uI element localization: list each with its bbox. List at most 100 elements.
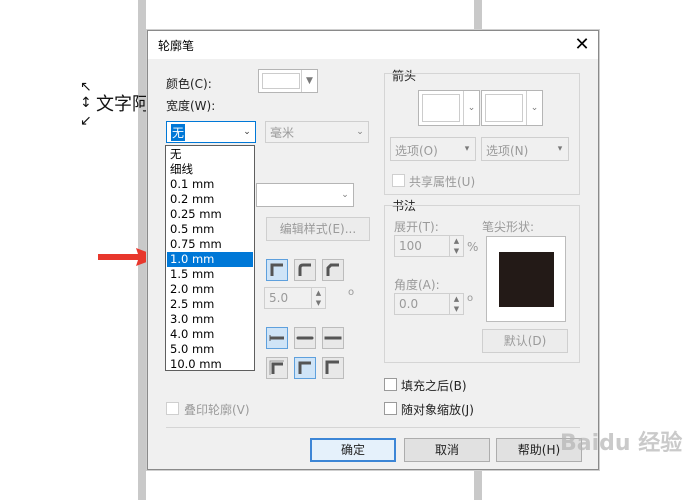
width-option[interactable]: 1.5 mm xyxy=(167,267,253,282)
angle-spin[interactable]: 0.0 ▲ ▼ xyxy=(394,293,464,315)
stretch-label: 展开(T): xyxy=(394,220,439,234)
width-select-value: 无 xyxy=(171,124,186,141)
chevron-down-icon: ⌄ xyxy=(463,91,479,125)
chevron-down-icon: ▾ xyxy=(464,144,470,154)
cancel-button[interactable]: 取消 xyxy=(404,438,490,462)
stretch-spin[interactable]: 100 ▲ ▼ xyxy=(394,235,464,257)
cap-square-icon xyxy=(324,336,342,340)
share-attributes-label: 共享属性(U) xyxy=(409,175,476,189)
angle-degree-symbol: o xyxy=(467,293,474,304)
nib-shape-preview[interactable] xyxy=(486,236,566,322)
corner-miter-button[interactable] xyxy=(266,259,288,281)
color-swatch xyxy=(262,73,300,89)
width-option[interactable]: 10.0 mm xyxy=(167,357,253,372)
spin-up-icon[interactable]: ▲ xyxy=(449,294,463,304)
spin-down-icon[interactable]: ▼ xyxy=(311,298,325,308)
start-arrow-select[interactable]: ⌄ xyxy=(418,90,480,126)
behind-fill-label: 填充之后(B) xyxy=(401,379,467,393)
rotate-handle-icon[interactable]: ↕ xyxy=(80,96,92,110)
cap-round-button[interactable] xyxy=(294,327,316,349)
unit-select[interactable]: 毫米 ⌄ xyxy=(265,121,369,143)
width-option[interactable]: 1.0 mm xyxy=(167,252,253,267)
cap-square-button[interactable] xyxy=(322,327,344,349)
corner-bevel-button[interactable] xyxy=(322,259,344,281)
position-outside-button[interactable] xyxy=(266,357,288,379)
start-arrow-options-label: 选项(O) xyxy=(395,144,438,158)
color-picker[interactable]: ▼ xyxy=(258,69,318,93)
ok-button[interactable]: 确定 xyxy=(310,438,396,462)
corner-miter-icon xyxy=(270,263,283,276)
dialog-title: 轮廓笔 xyxy=(158,39,195,53)
default-button[interactable]: 默认(D) xyxy=(482,329,568,353)
chevron-down-icon: ▼ xyxy=(301,70,317,92)
corner-bevel-icon xyxy=(326,263,339,276)
watermark-logo: Baidu 经验 xyxy=(560,431,683,456)
position-inside-button[interactable] xyxy=(322,357,344,379)
chevron-down-icon: ⌄ xyxy=(243,127,251,137)
spin-up-icon[interactable]: ▲ xyxy=(449,236,463,246)
behind-fill-checkbox[interactable] xyxy=(384,378,397,391)
unit-select-value: 毫米 xyxy=(270,126,295,140)
angle-value: 0.0 xyxy=(399,297,419,311)
end-arrow-select[interactable]: ⌄ xyxy=(481,90,543,126)
close-icon[interactable]: ✕ xyxy=(568,32,596,58)
share-attributes-checkbox[interactable] xyxy=(392,174,405,187)
overprint-label: 叠印轮廓(V) xyxy=(184,403,250,417)
position-outside-icon xyxy=(269,360,284,375)
width-option[interactable]: 无 xyxy=(167,147,253,162)
width-option[interactable]: 0.5 mm xyxy=(167,222,253,237)
end-arrow-options-label: 选项(N) xyxy=(486,144,529,158)
corner-round-icon xyxy=(298,263,311,276)
chevron-down-icon: ⌄ xyxy=(356,127,364,137)
corner-round-button[interactable] xyxy=(294,259,316,281)
degree-symbol: o xyxy=(348,287,355,298)
cap-butt-button[interactable] xyxy=(266,327,288,349)
width-option[interactable]: 2.0 mm xyxy=(167,282,253,297)
width-label: 宽度(W): xyxy=(166,99,216,113)
scale-with-object-checkbox[interactable] xyxy=(384,402,397,415)
end-arrow-options[interactable]: 选项(N) ▾ xyxy=(481,137,569,161)
dialog-titlebar: 轮廓笔 ✕ xyxy=(148,31,598,59)
rotate-handle-icon[interactable]: ↙ xyxy=(80,114,92,128)
position-center-button[interactable] xyxy=(294,357,316,379)
width-option[interactable]: 0.1 mm xyxy=(167,177,253,192)
cap-round-icon xyxy=(296,336,314,340)
width-option[interactable]: 2.5 mm xyxy=(167,297,253,312)
start-arrow-options[interactable]: 选项(O) ▾ xyxy=(390,137,476,161)
edit-style-button[interactable]: 编辑样式(E)... xyxy=(266,217,370,241)
stretch-value: 100 xyxy=(399,239,422,253)
width-option[interactable]: 0.2 mm xyxy=(167,192,253,207)
cap-butt-icon xyxy=(269,335,284,341)
angle-label: 角度(A): xyxy=(394,278,440,292)
width-dropdown-list: 无细线 0.1 mm 0.2 mm 0.25 mm 0.5 mm 0.75 mm 1.0 m… xyxy=(165,145,255,371)
chevron-down-icon: ⌄ xyxy=(341,190,349,200)
nib-shape-label: 笔尖形状: xyxy=(482,220,535,234)
width-option[interactable]: 3.0 mm xyxy=(167,312,253,327)
spin-down-icon[interactable]: ▼ xyxy=(449,304,463,314)
width-option[interactable]: 0.25 mm xyxy=(167,207,253,222)
spin-down-icon[interactable]: ▼ xyxy=(449,246,463,256)
divider xyxy=(166,427,580,428)
end-arrow-preview xyxy=(485,94,523,122)
selected-text-object[interactable]: 文字阿 xyxy=(96,90,150,116)
position-center-icon xyxy=(298,361,311,374)
start-arrow-preview xyxy=(422,94,460,122)
position-inside-icon xyxy=(325,360,339,374)
nib-square xyxy=(499,252,554,307)
scale-with-object-label: 随对象缩放(J) xyxy=(401,403,474,417)
miter-limit-spin[interactable]: 5.0 ▲ ▼ xyxy=(264,287,326,309)
width-option[interactable]: 4.0 mm xyxy=(167,327,253,342)
width-select[interactable]: 无 ⌄ xyxy=(166,121,256,143)
miter-limit-value: 5.0 xyxy=(269,291,289,305)
stretch-unit: % xyxy=(467,240,479,254)
width-option[interactable]: 细线 xyxy=(167,162,253,177)
spin-up-icon[interactable]: ▲ xyxy=(311,288,325,298)
rotate-handle-icon[interactable]: ↖ xyxy=(80,80,92,94)
chevron-down-icon: ⌄ xyxy=(526,91,542,125)
line-style-select[interactable]: ⌄ xyxy=(256,183,354,207)
width-option[interactable]: 0.75 mm xyxy=(167,237,253,252)
color-label: 颜色(C): xyxy=(166,77,212,91)
overprint-checkbox[interactable] xyxy=(166,402,179,415)
width-option[interactable]: 5.0 mm xyxy=(167,342,253,357)
chevron-down-icon: ▾ xyxy=(557,144,563,154)
